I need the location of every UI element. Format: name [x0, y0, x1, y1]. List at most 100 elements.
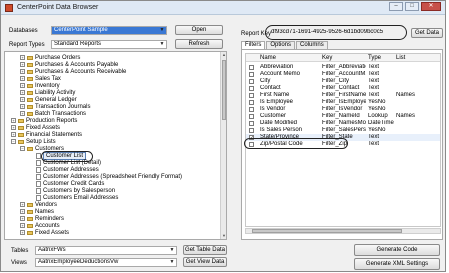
- tree-item[interactable]: − Setup Lists: [11, 138, 56, 145]
- column-header-name[interactable]: Name: [260, 55, 276, 61]
- table-row[interactable]: First Name Filter_FirstName Text Names: [246, 92, 440, 99]
- tree-item[interactable]: + Financial Statements: [11, 131, 82, 138]
- row-checkbox[interactable]: [249, 128, 254, 133]
- scroll-up-icon[interactable]: ▲: [221, 52, 226, 58]
- tree-item[interactable]: Customers Email Addresses: [29, 194, 118, 201]
- folder-icon: [27, 104, 33, 109]
- tree-item-label: Accounts: [35, 222, 60, 229]
- tables-select[interactable]: AatrixFWs ▼: [35, 246, 177, 255]
- tab-options[interactable]: Options: [266, 41, 296, 49]
- column-header-type[interactable]: Type: [368, 55, 381, 61]
- tree-item[interactable]: + Production Reports: [11, 117, 77, 124]
- tree-item[interactable]: Customer Addresses (Spreadsheet Friendly…: [29, 173, 182, 180]
- tree-scrollbar[interactable]: ▲ ▼: [220, 52, 226, 239]
- expand-icon[interactable]: +: [20, 223, 25, 228]
- tree-item[interactable]: + Batch Transactions: [20, 110, 86, 117]
- tree-item[interactable]: + Liability Activity: [20, 89, 75, 96]
- grid-horizontal-scrollbar[interactable]: [245, 228, 441, 234]
- open-button[interactable]: Open: [175, 25, 223, 35]
- tree-item[interactable]: Customer Addresses: [29, 166, 99, 173]
- table-row[interactable]: Date Modified Filter_NamesMo...DateTime: [246, 120, 440, 127]
- row-checkbox[interactable]: [249, 86, 254, 91]
- tree-item[interactable]: + Inventory: [20, 82, 60, 89]
- row-checkbox[interactable]: [249, 107, 254, 112]
- tree-item[interactable]: Customer Credit Cards: [29, 180, 104, 187]
- tree-item[interactable]: + General Ledger: [20, 96, 77, 103]
- get-view-data-button[interactable]: Get View Data: [183, 257, 227, 267]
- expand-icon[interactable]: +: [20, 90, 25, 95]
- expand-icon[interactable]: +: [20, 69, 25, 74]
- databases-select[interactable]: CenterPoint Sample ▼: [51, 26, 167, 35]
- row-checkbox[interactable]: [249, 93, 254, 98]
- views-select[interactable]: AatrixEmployeeDeductionsVw ▼: [35, 258, 177, 267]
- table-row[interactable]: Abbreviation Filter_AbbreviationText: [246, 64, 440, 71]
- row-checkbox[interactable]: [249, 79, 254, 84]
- cell-key: Filter_City: [322, 78, 350, 84]
- expand-icon[interactable]: +: [20, 202, 25, 207]
- maximize-button[interactable]: □: [405, 2, 419, 11]
- expand-icon[interactable]: +: [20, 55, 25, 60]
- table-row[interactable]: Customer Filter_NameId Lookup Names: [246, 113, 440, 120]
- tree-item[interactable]: + Sales Tax: [20, 75, 61, 82]
- column-header-key[interactable]: Key: [322, 55, 332, 61]
- table-row[interactable]: Is Vendor Filter_IsVendor YesNo: [246, 106, 440, 113]
- row-checkbox[interactable]: [249, 72, 254, 77]
- row-checkbox[interactable]: [249, 65, 254, 70]
- tree-item[interactable]: + Purchases & Accounts Payable: [20, 61, 118, 68]
- tree-item[interactable]: + Accounts: [20, 222, 60, 229]
- expand-icon[interactable]: +: [11, 132, 16, 137]
- tree-item[interactable]: + Transaction Journals: [20, 103, 90, 110]
- tree-item[interactable]: Customers by Salesperson: [29, 187, 115, 194]
- tree-item[interactable]: + Vendors: [20, 201, 57, 208]
- table-row[interactable]: Is Employee Filter_IsEmployee YesNo: [246, 99, 440, 106]
- table-row[interactable]: Contact Filter_Contact Text: [246, 85, 440, 92]
- tree-item[interactable]: + Fixed Assets: [11, 124, 60, 131]
- chevron-down-icon: ▼: [169, 247, 175, 253]
- table-row[interactable]: Account Memo Filter_AccountM... Text: [246, 71, 440, 78]
- expand-icon[interactable]: +: [20, 104, 25, 109]
- column-header-list[interactable]: List: [396, 55, 405, 61]
- scroll-thumb[interactable]: [252, 229, 402, 233]
- folder-icon: [27, 111, 33, 116]
- minimize-button[interactable]: –: [389, 2, 403, 11]
- row-checkbox[interactable]: [249, 114, 254, 119]
- collapse-icon[interactable]: −: [11, 139, 16, 144]
- table-row[interactable]: Is Sales Person Filter_SalesPers...YesNo: [246, 127, 440, 134]
- table-row[interactable]: City Filter_City Text: [246, 78, 440, 85]
- folder-icon: [27, 223, 33, 228]
- tree-item[interactable]: + Names: [20, 208, 54, 215]
- generate-code-button[interactable]: Generate Code: [354, 244, 440, 256]
- get-data-button[interactable]: Get Data: [411, 28, 443, 38]
- selection-highlight-oval: [41, 151, 93, 162]
- tab-filters[interactable]: Filters: [241, 41, 266, 49]
- chevron-down-icon: ▼: [159, 41, 165, 47]
- expand-icon[interactable]: +: [20, 76, 25, 81]
- report-types-select[interactable]: Standard Reports ▼: [51, 40, 167, 49]
- get-table-data-button[interactable]: Get Table Data: [183, 245, 227, 255]
- tree-item[interactable]: + Purchases & Accounts Receivable: [20, 68, 126, 75]
- expand-icon[interactable]: +: [20, 230, 25, 235]
- report-tree[interactable]: ▲ ▼ + Purchase Orders + Purchases & Account…: [4, 51, 227, 240]
- expand-icon[interactable]: +: [20, 97, 25, 102]
- close-button[interactable]: ✕: [421, 2, 441, 11]
- tree-item[interactable]: + Purchase Orders: [20, 54, 80, 61]
- expand-icon[interactable]: +: [11, 125, 16, 130]
- tab-columns[interactable]: Columns: [296, 41, 328, 49]
- scroll-thumb[interactable]: [222, 60, 226, 120]
- expand-icon[interactable]: +: [20, 216, 25, 221]
- expand-icon[interactable]: +: [20, 111, 25, 116]
- expand-icon[interactable]: +: [20, 83, 25, 88]
- row-checkbox[interactable]: [249, 121, 254, 126]
- tree-item[interactable]: + Fixed Assets: [20, 229, 69, 236]
- tree-item[interactable]: + Reminders: [20, 215, 64, 222]
- refresh-button[interactable]: Refresh: [175, 39, 223, 49]
- document-icon: [36, 173, 41, 180]
- row-checkbox[interactable]: [249, 100, 254, 105]
- expand-icon[interactable]: +: [11, 118, 16, 123]
- generate-xml-settings-button[interactable]: Generate XML Settings: [354, 258, 440, 270]
- expand-icon[interactable]: +: [20, 209, 25, 214]
- scroll-down-icon[interactable]: ▼: [221, 233, 226, 239]
- tree-item-label: Purchases & Accounts Payable: [35, 61, 119, 68]
- collapse-icon[interactable]: −: [20, 146, 25, 151]
- expand-icon[interactable]: +: [20, 62, 25, 67]
